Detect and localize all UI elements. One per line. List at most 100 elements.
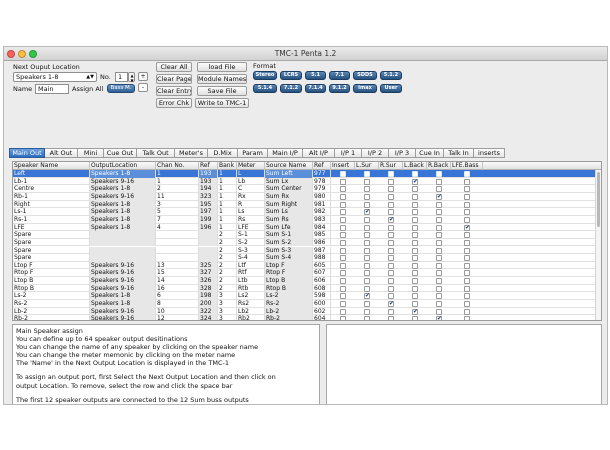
r-back-checkbox[interactable] [436,270,442,277]
ref-cell[interactable]: 326 [199,277,218,285]
channel-number-cell[interactable]: 2 [156,185,199,193]
table-row[interactable]: Rs-2 Speakers 1-8 8 200 3 Rs2 Rs-2 600 [13,300,601,308]
output-location-cell[interactable]: Speakers 9-16 [90,192,156,201]
ref-cell[interactable]: 325 [199,261,218,270]
l-sur-checkbox[interactable] [364,201,370,208]
insert-checkbox[interactable] [340,247,346,254]
ref-cell[interactable]: 328 [199,284,218,293]
column-header[interactable]: OutputLocation [90,162,156,170]
l-sur-checkbox[interactable] [364,224,370,231]
output-location-cell[interactable]: Speakers 9-16 [90,284,156,293]
meter-cell[interactable]: L [237,170,265,178]
insert-checkbox[interactable] [340,293,346,300]
lfe-bass-checkbox[interactable] [464,239,470,246]
column-header[interactable]: R.Back [427,162,451,170]
tab-main-out[interactable]: Main Out [9,148,45,158]
source-name-cell[interactable]: Ltop B [265,277,313,285]
lfe-bass-checkbox[interactable] [464,209,470,216]
insert-checkbox[interactable] [340,232,346,239]
speaker-name-cell[interactable]: LFE [13,223,90,232]
source-ref-cell[interactable]: 985 [313,231,331,239]
source-ref-cell[interactable]: 606 [313,277,331,285]
lfe-bass-checkbox[interactable] [464,178,470,185]
meter-cell[interactable]: C [237,185,265,193]
clear-entry-button[interactable]: Clear Entry [156,86,192,96]
load-file-button[interactable]: load File [197,62,247,72]
insert-checkbox[interactable] [340,308,346,315]
l-back-checkbox[interactable] [412,316,418,320]
channel-number-cell[interactable]: 10 [156,307,199,316]
output-location-cell[interactable] [90,231,156,239]
number-stepper[interactable]: ▲ ▼ [128,72,135,83]
l-sur-checkbox[interactable] [364,316,370,320]
ref-cell[interactable] [199,231,218,239]
tab-ip-3[interactable]: I/P 3 [389,148,416,158]
channel-number-cell[interactable]: 11 [156,192,199,201]
l-back-checkbox[interactable] [412,232,418,239]
speaker-name-cell[interactable]: Lb-1 [13,177,90,186]
r-back-checkbox[interactable] [436,224,442,231]
lfe-bass-checkbox[interactable] [464,186,470,193]
l-sur-checkbox[interactable] [364,232,370,239]
source-name-cell[interactable]: Rtop F [265,269,313,278]
r-back-checkbox[interactable] [436,262,442,269]
l-sur-checkbox[interactable] [364,270,370,277]
meter-cell[interactable]: S-2 [237,238,265,247]
lfe-bass-checkbox[interactable] [464,171,470,177]
speaker-name-cell[interactable]: Rb-2 [13,315,90,320]
output-location-cell[interactable]: Speakers 9-16 [90,315,156,320]
format-lcrs-button[interactable]: LCRS [280,71,302,80]
r-sur-checkbox[interactable] [388,193,394,200]
channel-number-cell[interactable] [156,231,199,239]
l-back-checkbox[interactable] [412,224,418,231]
r-back-checkbox[interactable] [436,285,442,292]
output-location-cell[interactable] [90,238,156,247]
source-name-cell[interactable]: Sum S-1 [265,231,313,239]
output-location-cell[interactable]: Speakers 1-8 [90,292,156,301]
channel-number-cell[interactable]: 8 [156,300,199,308]
format-7-1-button[interactable]: 7.1 [329,71,350,80]
column-header[interactable]: Insert [331,162,355,170]
ref-cell[interactable]: 196 [199,223,218,232]
lfe-bass-checkbox[interactable] [464,224,470,232]
meter-cell[interactable]: Ls2 [237,292,265,301]
r-back-checkbox[interactable] [436,201,442,208]
save-file-button[interactable]: Save File [197,86,247,96]
table-row[interactable]: LFE Speakers 1-8 4 196 1 LFE Sum Lfe 984 [13,223,601,232]
r-back-checkbox[interactable] [436,232,442,239]
bank-cell[interactable]: 2 [218,284,237,293]
l-sur-checkbox[interactable] [364,216,370,223]
r-back-checkbox[interactable] [436,301,442,308]
speaker-name-cell[interactable]: Rtop F [13,269,90,278]
source-name-cell[interactable]: Rtop B [265,284,313,293]
speaker-name-cell[interactable]: Right [13,200,90,209]
error-check-button[interactable]: Error Chk [156,98,192,108]
format-7-1-2-button[interactable]: 7.1.2 [280,84,302,93]
channel-number-cell[interactable]: 16 [156,284,199,293]
output-location-cell[interactable]: Speakers 1-8 [90,223,156,232]
tab-talk-in[interactable]: Talk In [444,148,474,158]
column-header[interactable]: R.Sur [379,162,403,170]
ref-cell[interactable] [199,238,218,247]
format-user-button[interactable]: User [380,84,402,93]
meter-cell[interactable]: S-1 [237,231,265,239]
ref-cell[interactable]: 197 [199,208,218,216]
l-back-checkbox[interactable] [412,186,418,193]
bank-cell[interactable]: 1 [218,170,237,178]
bank-cell[interactable]: 2 [218,254,237,262]
l-back-checkbox[interactable] [412,270,418,277]
source-ref-cell[interactable]: 605 [313,261,331,270]
column-header[interactable]: Chan No. [156,162,199,170]
r-sur-checkbox[interactable] [388,209,394,216]
speaker-name-cell[interactable]: Spare [13,254,90,262]
ref-cell[interactable]: 194 [199,185,218,193]
r-sur-checkbox[interactable] [388,201,394,208]
column-header[interactable]: Ref [313,162,331,170]
source-name-cell[interactable]: Sum Right [265,200,313,209]
source-name-cell[interactable]: Sum Lfe [265,223,313,232]
lfe-bass-checkbox[interactable] [464,232,470,239]
insert-checkbox[interactable] [340,224,346,231]
number-field[interactable]: 1 [115,72,128,82]
insert-checkbox[interactable] [340,209,346,216]
l-sur-checkbox[interactable] [364,308,370,315]
